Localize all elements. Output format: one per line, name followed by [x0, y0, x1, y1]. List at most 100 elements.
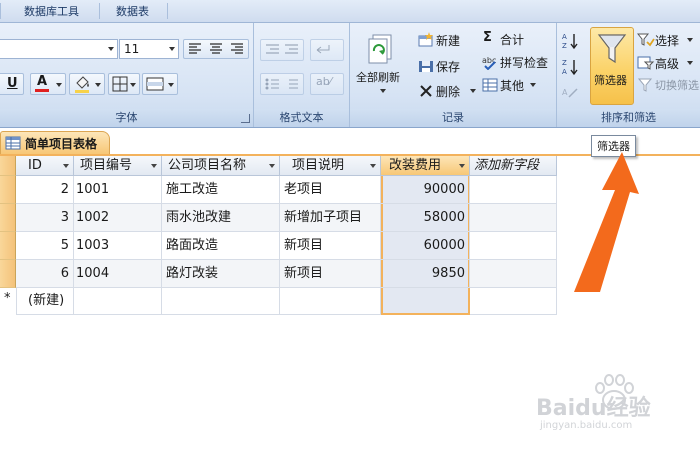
cell-text: 1001 [76, 182, 110, 197]
spelling-button[interactable]: abc 拼写检查 [480, 53, 554, 71]
column-header-desc[interactable]: 项目说明 [280, 156, 381, 176]
clear-sort-button[interactable]: A [561, 83, 583, 103]
table-cell-code[interactable]: 1001 [74, 176, 162, 204]
cell-text: 3 [60, 210, 69, 225]
indent-buttons[interactable] [260, 39, 304, 61]
rtl-button[interactable] [310, 39, 344, 61]
funnel-icon [597, 34, 627, 64]
table-cell-add[interactable] [470, 204, 557, 232]
table-cell-code[interactable]: 1003 [74, 232, 162, 260]
table-cell-name[interactable]: 雨水池改建 [162, 204, 280, 232]
tab-database-tools[interactable]: 数据库工具 [24, 3, 79, 19]
row-selector[interactable] [0, 176, 16, 204]
column-header-id[interactable]: ID [16, 156, 74, 176]
advanced-filter-icon [637, 56, 655, 70]
toggle-filter-button[interactable]: 切换筛选 [637, 76, 699, 94]
tab-separator [0, 3, 1, 19]
column-header-code[interactable]: 项目编号 [74, 156, 162, 176]
ribbon-tab-strip: 数据库工具 数据表 [0, 0, 700, 23]
table-icon [5, 136, 21, 150]
table-cell-name[interactable]: 路灯改装 [162, 260, 280, 288]
list-buttons[interactable] [260, 73, 304, 95]
table-cell-add[interactable] [470, 260, 557, 288]
table-cell-add[interactable] [470, 176, 557, 204]
new-row-cell[interactable] [280, 288, 381, 315]
advanced-button[interactable]: 高级 [637, 54, 699, 72]
row-selector[interactable] [0, 204, 16, 232]
totals-button[interactable]: Σ 合计 [480, 30, 550, 48]
column-header-label: 改装费用 [389, 158, 442, 173]
table-cell-desc[interactable]: 老项目 [280, 176, 381, 204]
table-cell-cost[interactable]: 60000 [381, 232, 470, 260]
table-cell-desc[interactable]: 新项目 [280, 260, 381, 288]
font-color-button[interactable]: A [30, 73, 66, 95]
cell-text: 雨水池改建 [166, 210, 232, 225]
align-center-icon[interactable] [205, 39, 227, 59]
table-cell-desc[interactable]: 新项目 [280, 232, 381, 260]
table-cell-cost[interactable]: 90000 [381, 176, 470, 204]
underline-button[interactable]: U [0, 73, 24, 95]
document-tab[interactable]: 简单项目表格 [0, 131, 110, 154]
selection-button[interactable]: 选择 [637, 31, 699, 49]
new-row-cell[interactable] [162, 288, 280, 315]
table-cell-id[interactable]: 2 [16, 176, 74, 204]
column-header-add-field[interactable]: 添加新字段 [470, 156, 557, 176]
sort-descending-button[interactable]: ZA [561, 57, 583, 77]
highlight-button[interactable]: ab⁄ [310, 73, 344, 95]
save-record-button[interactable]: 保存 [416, 57, 476, 75]
table-cell-id[interactable]: 6 [16, 260, 74, 288]
table-cell-code[interactable]: 1004 [74, 260, 162, 288]
table-cell-name[interactable]: 路面改造 [162, 232, 280, 260]
new-row-selector[interactable]: * [0, 288, 17, 315]
new-row-cell[interactable] [470, 288, 557, 315]
table-cell-code[interactable]: 1002 [74, 204, 162, 232]
row-selector[interactable] [0, 260, 16, 288]
save-record-label: 保存 [436, 60, 461, 74]
more-button[interactable]: 其他 [480, 76, 546, 94]
table-cell-id[interactable]: 5 [16, 232, 74, 260]
table-cell-cost[interactable]: 58000 [381, 204, 470, 232]
column-header-name[interactable]: 公司项目名称 [162, 156, 280, 176]
column-header-label: ID [28, 158, 42, 173]
sort-ascending-button[interactable]: AZ [561, 31, 583, 51]
svg-text:A: A [562, 68, 567, 76]
font-name-combo[interactable] [0, 39, 118, 59]
cell-text: 新项目 [284, 238, 324, 253]
gridlines-button[interactable] [108, 73, 140, 95]
delete-icon [420, 85, 432, 97]
new-row-cell[interactable]: (新建) [16, 288, 74, 315]
select-all-corner[interactable] [0, 156, 16, 176]
align-right-icon[interactable] [227, 39, 249, 59]
cell-text: 58000 [423, 210, 465, 225]
dialog-launcher-icon[interactable] [241, 114, 250, 123]
font-size-combo[interactable]: 11 [119, 39, 179, 59]
alternate-fill-button[interactable] [142, 73, 178, 95]
table-cell-id[interactable]: 3 [16, 204, 74, 232]
table-cell-name[interactable]: 施工改造 [162, 176, 280, 204]
column-header-label: 项目编号 [80, 158, 133, 173]
refresh-all-button[interactable]: 全部刷新 [354, 29, 410, 103]
new-record-label: 新建 [436, 34, 461, 48]
align-left-icon[interactable] [183, 39, 205, 59]
font-size-value: 11 [124, 42, 140, 56]
cell-text: 新项目 [284, 266, 324, 281]
svg-text:Z: Z [562, 42, 567, 50]
new-row-cell[interactable] [74, 288, 162, 315]
toggle-filter-label: 切换筛选 [655, 79, 699, 92]
delete-record-button[interactable]: 删除 [416, 82, 480, 100]
table-cell-add[interactable] [470, 232, 557, 260]
column-header-cost[interactable]: 改装费用 [381, 156, 470, 176]
save-icon [419, 61, 433, 72]
row-selector[interactable] [0, 232, 16, 260]
column-header-label: 添加新字段 [474, 158, 540, 173]
table-cell-cost[interactable]: 9850 [381, 260, 470, 288]
fill-color-button[interactable] [69, 73, 105, 95]
clear-sort-icon: A [562, 88, 578, 98]
tab-datasheet[interactable]: 数据表 [116, 3, 149, 19]
new-record-button[interactable]: 新建 [416, 31, 476, 49]
group-font-label: 字体 [0, 109, 253, 127]
cell-text: 60000 [423, 238, 465, 253]
totals-label: 合计 [500, 33, 525, 47]
filter-button[interactable]: 筛选器 [590, 27, 634, 105]
table-cell-desc[interactable]: 新增加子项目 [280, 204, 381, 232]
